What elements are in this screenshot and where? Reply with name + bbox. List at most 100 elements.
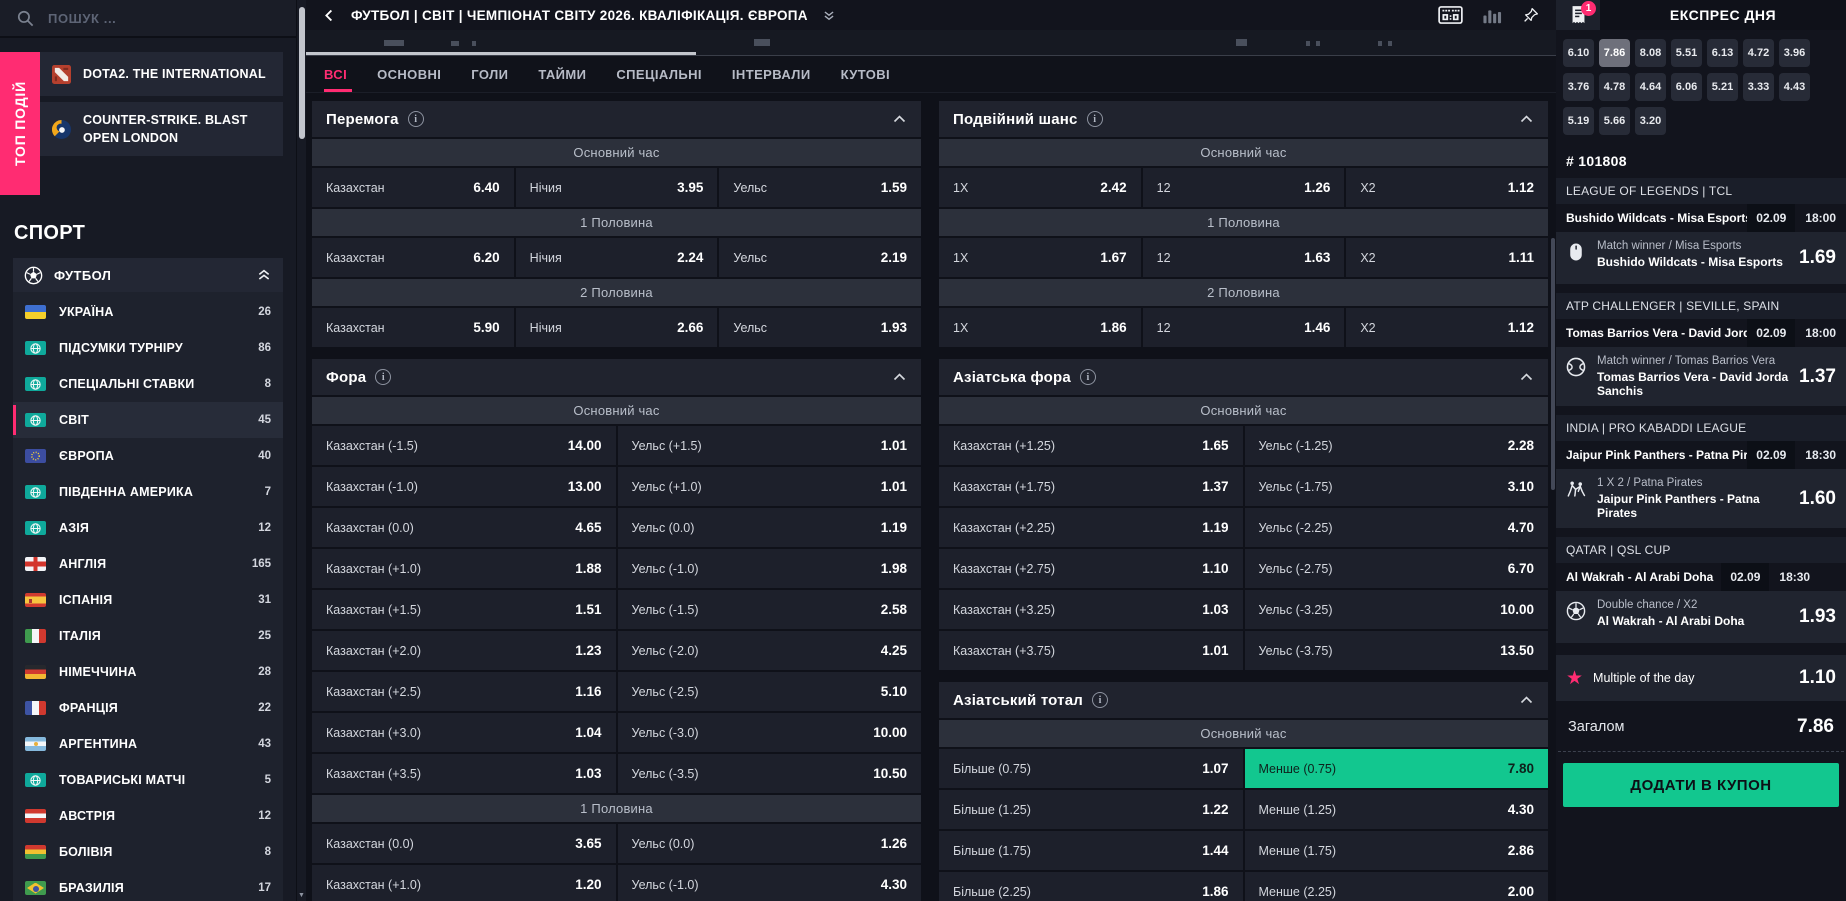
- odd-cell[interactable]: Казахстан (+2.5)1.16: [312, 672, 616, 711]
- express-odd-chip[interactable]: 3.33: [1743, 73, 1774, 101]
- leg-bet[interactable]: 1 X 2 / Patna PiratesJaipur Pink Panther…: [1556, 469, 1846, 528]
- odd-cell[interactable]: Уельс (-3.75)13.50: [1245, 631, 1549, 670]
- collapse-chevron-up-icon[interactable]: [1519, 113, 1534, 125]
- odd-cell[interactable]: Уельс (0.0)1.26: [618, 824, 922, 863]
- odd-cell[interactable]: Казахстан (+2.25)1.19: [939, 508, 1243, 547]
- tab-тайми[interactable]: ТАЙМИ: [538, 56, 586, 92]
- odd-cell[interactable]: Менше (1.75)2.86: [1245, 831, 1549, 870]
- market-card-header[interactable]: Фораi: [312, 359, 921, 395]
- odd-cell[interactable]: Менше (2.25)2.00: [1245, 872, 1549, 901]
- odd-cell[interactable]: Уельс (-2.0)4.25: [618, 631, 922, 670]
- sidebar-item-austria[interactable]: АВСТРІЯ12: [13, 798, 283, 834]
- odd-cell[interactable]: Казахстан (+3.5)1.03: [312, 754, 616, 793]
- horizontal-scrollbar-thumb[interactable]: [306, 52, 696, 55]
- odd-cell[interactable]: Казахстан (+3.25)1.03: [939, 590, 1243, 629]
- express-odd-chip[interactable]: 5.19: [1563, 107, 1594, 135]
- odd-cell[interactable]: Казахстан (-1.0)13.00: [312, 467, 616, 506]
- odd-cell[interactable]: 121.46: [1143, 308, 1345, 347]
- odd-cell[interactable]: Уельс (-1.75)3.10: [1245, 467, 1549, 506]
- odd-cell[interactable]: Казахстан6.20: [312, 238, 514, 277]
- add-to-coupon-button[interactable]: ДОДАТИ В КУПОН: [1563, 763, 1839, 807]
- odd-cell[interactable]: 1X1.86: [939, 308, 1141, 347]
- market-card-header[interactable]: Подвійний шансi: [939, 101, 1548, 137]
- collapse-chevron-up-icon[interactable]: [892, 113, 907, 125]
- sidebar-item-asia[interactable]: АЗІЯ12: [13, 510, 283, 546]
- express-odd-chip[interactable]: 3.20: [1635, 107, 1666, 135]
- odd-cell[interactable]: Уельс (-1.5)2.58: [618, 590, 922, 629]
- scoreboard-icon[interactable]: [1438, 6, 1463, 24]
- express-odd-chip[interactable]: 3.96: [1779, 39, 1810, 67]
- express-odd-chip[interactable]: 4.43: [1779, 73, 1810, 101]
- sidebar-scrollbar[interactable]: ▼: [296, 0, 306, 901]
- sidebar-item-special-bets[interactable]: СПЕЦІАЛЬНІ СТАВКИ8: [13, 366, 283, 402]
- collapse-chevron-up-icon[interactable]: [1519, 694, 1534, 706]
- main-scrollbar-thumb[interactable]: [1551, 238, 1555, 490]
- leg-bet[interactable]: Match winner / Tomas Barrios VeraTomas B…: [1556, 347, 1846, 406]
- top-event-dota2[interactable]: DOTA2. THE INTERNATIONAL: [40, 52, 283, 96]
- express-odd-chip[interactable]: 4.64: [1635, 73, 1666, 101]
- odd-cell[interactable]: Уельс (-2.75)6.70: [1245, 549, 1549, 588]
- odd-cell[interactable]: Уельс1.59: [719, 168, 921, 207]
- odd-cell[interactable]: Казахстан (+1.0)1.20: [312, 865, 616, 901]
- odd-cell[interactable]: Уельс (-1.25)2.28: [1245, 426, 1549, 465]
- info-icon[interactable]: i: [1092, 692, 1108, 708]
- odd-cell[interactable]: Казахстан (+2.75)1.10: [939, 549, 1243, 588]
- odd-cell[interactable]: Уельс1.93: [719, 308, 921, 347]
- odd-cell[interactable]: Казахстан (+3.0)1.04: [312, 713, 616, 752]
- odd-cell[interactable]: Більше (0.75)1.07: [939, 749, 1243, 788]
- odd-cell[interactable]: Казахстан (0.0)3.65: [312, 824, 616, 863]
- sidebar-item-italy[interactable]: ІТАЛІЯ25: [13, 618, 283, 654]
- odd-cell[interactable]: Уельс2.19: [719, 238, 921, 277]
- odd-cell[interactable]: Уельс (-3.0)10.00: [618, 713, 922, 752]
- pin-icon[interactable]: [1522, 6, 1540, 24]
- odd-cell[interactable]: Казахстан (+1.0)1.88: [312, 549, 616, 588]
- odd-cell[interactable]: X21.11: [1346, 238, 1548, 277]
- back-button[interactable]: [322, 8, 337, 23]
- tab-кутові[interactable]: КУТОВІ: [841, 56, 890, 92]
- info-icon[interactable]: i: [1087, 111, 1103, 127]
- sidebar-item-europe[interactable]: ЄВРОПА40: [13, 438, 283, 474]
- collapse-chevron-up-icon[interactable]: [892, 371, 907, 383]
- odd-cell[interactable]: Казахстан (0.0)4.65: [312, 508, 616, 547]
- sidebar-item-world[interactable]: СВІТ45: [13, 402, 283, 438]
- info-icon[interactable]: i: [375, 369, 391, 385]
- tab-основні[interactable]: ОСНОВНІ: [377, 56, 441, 92]
- odd-cell[interactable]: Менше (1.25)4.30: [1245, 790, 1549, 829]
- coupon-tab[interactable]: 1: [1556, 0, 1600, 30]
- sidebar-item-spain[interactable]: ІСПАНІЯ31: [13, 582, 283, 618]
- market-card-header[interactable]: Азіатська фораi: [939, 359, 1548, 395]
- odd-cell[interactable]: Уельс (-2.25)4.70: [1245, 508, 1549, 547]
- expand-double-chevron-down-icon[interactable]: [822, 9, 836, 22]
- express-odd-chip[interactable]: 6.13: [1707, 39, 1738, 67]
- info-icon[interactable]: i: [408, 111, 424, 127]
- odd-cell[interactable]: Нічия2.24: [516, 238, 718, 277]
- odd-cell[interactable]: 121.26: [1143, 168, 1345, 207]
- sidebar-item-tournament-results[interactable]: ПІДСУМКИ ТУРНІРУ86: [13, 330, 283, 366]
- market-card-header[interactable]: Перемогаi: [312, 101, 921, 137]
- odd-cell[interactable]: 121.63: [1143, 238, 1345, 277]
- sidebar-item-ukraine[interactable]: УКРАЇНА26: [13, 294, 283, 330]
- odd-cell[interactable]: Казахстан (+2.0)1.23: [312, 631, 616, 670]
- tab-голи[interactable]: ГОЛИ: [471, 56, 508, 92]
- scrollbar-down-arrow-icon[interactable]: ▼: [298, 892, 305, 899]
- sidebar-item-south-america[interactable]: ПІВДЕННА АМЕРИКА7: [13, 474, 283, 510]
- odd-cell[interactable]: Казахстан (+3.75)1.01: [939, 631, 1243, 670]
- express-odd-chip[interactable]: 5.51: [1671, 39, 1702, 67]
- sidebar-item-brazil[interactable]: БРАЗИЛІЯ17: [13, 870, 283, 901]
- odd-cell[interactable]: 1X1.67: [939, 238, 1141, 277]
- odd-cell[interactable]: Нічия3.95: [516, 168, 718, 207]
- odd-cell[interactable]: Нічия2.66: [516, 308, 718, 347]
- sidebar-item-germany[interactable]: НІМЕЧЧИНА28: [13, 654, 283, 690]
- odd-cell[interactable]: Казахстан (-1.5)14.00: [312, 426, 616, 465]
- sidebar-item-football[interactable]: ФУТБОЛ: [13, 258, 283, 292]
- odd-cell[interactable]: X21.12: [1346, 308, 1548, 347]
- express-odd-chip[interactable]: 5.66: [1599, 107, 1630, 135]
- odd-cell[interactable]: Більше (2.25)1.86: [939, 872, 1243, 901]
- express-odd-chip[interactable]: 4.78: [1599, 73, 1630, 101]
- leg-bet[interactable]: Match winner / Misa EsportsBushido Wildc…: [1556, 232, 1846, 284]
- sidebar-item-england[interactable]: АНГЛІЯ165: [13, 546, 283, 582]
- express-odd-chip[interactable]: 6.06: [1671, 73, 1702, 101]
- express-odd-chip[interactable]: 4.72: [1743, 39, 1774, 67]
- express-odd-chip[interactable]: 3.76: [1563, 73, 1594, 101]
- express-odd-chip[interactable]: 6.10: [1563, 39, 1594, 67]
